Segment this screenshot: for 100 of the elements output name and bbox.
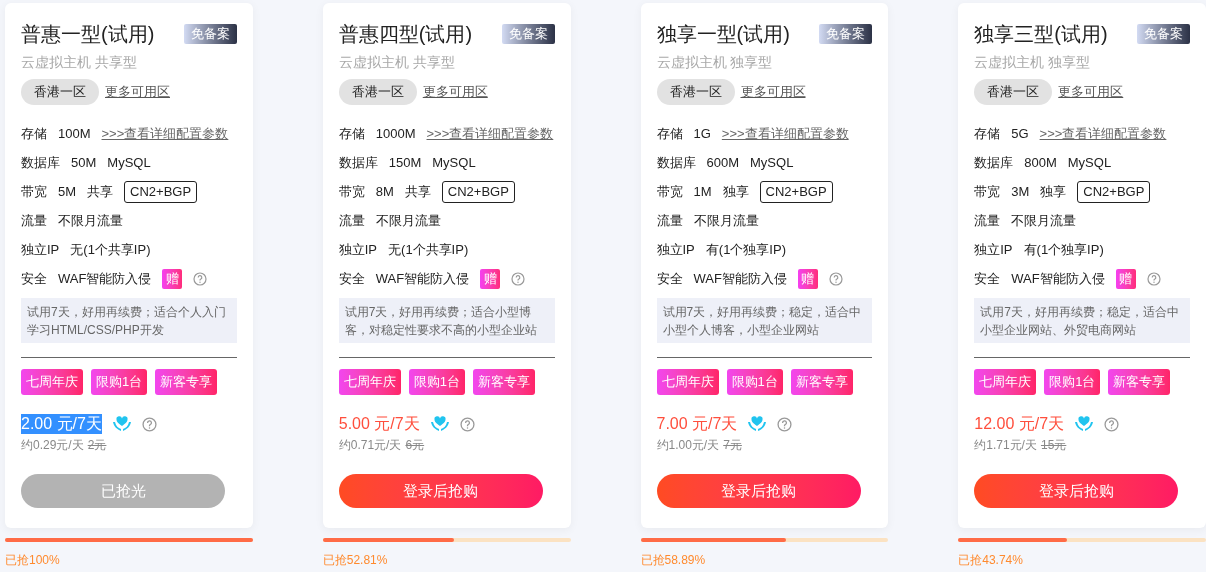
spec-label: 流量 bbox=[656, 211, 683, 230]
spec-label: 带宽 bbox=[656, 182, 683, 201]
spec-value: 有(1个独享IP) bbox=[1023, 240, 1104, 259]
network-tag: CN2+BGP bbox=[1077, 180, 1151, 203]
buy-button[interactable]: 登录后抢购 bbox=[656, 474, 861, 508]
sold-percentage: 已抢58.89% bbox=[640, 552, 706, 568]
sold-percentage: 已抢52.81% bbox=[322, 552, 388, 568]
sold-percentage: 已抢100% bbox=[5, 552, 60, 568]
detail-link[interactable]: >>>查看详细配置参数 bbox=[426, 123, 554, 144]
spec-label: 独立IP bbox=[338, 240, 378, 259]
spec-value: 不限月流量 bbox=[1011, 211, 1077, 230]
gift-tag: 赠 bbox=[797, 268, 818, 289]
spec-value: MySQL bbox=[107, 153, 151, 172]
spec-value: 不限月流量 bbox=[58, 211, 123, 230]
spec-value: 150M bbox=[388, 153, 422, 172]
buy-button[interactable]: 登录后抢购 bbox=[338, 474, 543, 508]
plan-title: 独享一型(试用) bbox=[656, 22, 790, 47]
promo-tag: 新客专享 bbox=[155, 369, 218, 395]
network-tag: CN2+BGP bbox=[124, 180, 198, 203]
spec-value: 无(1个共享IP) bbox=[388, 240, 469, 259]
spec-label: 独立IP bbox=[656, 240, 695, 259]
spec-value: 5G bbox=[1011, 124, 1029, 143]
spec-label: 安全 bbox=[656, 269, 683, 288]
more-zones-link[interactable]: 更多可用区 bbox=[105, 82, 170, 102]
original-price: 6元 bbox=[405, 437, 425, 454]
spec-value: 共享 bbox=[404, 182, 431, 201]
spec-label: 数据库 bbox=[656, 153, 696, 172]
price-per-day: 约0.29元/天 bbox=[21, 436, 84, 454]
plan-title: 普惠四型(试用) bbox=[338, 22, 473, 47]
spec-value: WAF智能防入侵 bbox=[693, 269, 787, 288]
spec-value: 50M bbox=[71, 153, 97, 172]
plan-description: 试用7天，好用再续费；适合个人入门学习HTML/CSS/PHP开发 bbox=[21, 298, 237, 343]
spec-value: MySQL bbox=[432, 153, 476, 172]
zone-button[interactable]: 香港一区 bbox=[656, 79, 735, 105]
promo-tag: 七周年庆 bbox=[21, 369, 83, 395]
heart-in-hands-icon bbox=[111, 415, 132, 433]
spec-label: 存储 bbox=[974, 124, 1001, 143]
spec-value: 不限月流量 bbox=[693, 211, 759, 230]
help-icon[interactable] bbox=[777, 416, 793, 432]
spec-label: 带宽 bbox=[974, 182, 1001, 201]
zone-button[interactable]: 香港一区 bbox=[21, 79, 99, 105]
price-per-day: 约1.00元/天 bbox=[656, 436, 720, 454]
spec-value: 600M bbox=[706, 153, 740, 172]
spec-label: 独立IP bbox=[21, 240, 60, 259]
price-per-day: 约0.71元/天 bbox=[338, 436, 402, 454]
original-price: 2元 bbox=[87, 437, 107, 454]
help-icon[interactable] bbox=[193, 271, 208, 286]
gift-tag: 赠 bbox=[1115, 268, 1136, 289]
spec-label: 带宽 bbox=[21, 182, 47, 201]
plan-description: 试用7天，好用再续费；适合小型博客，对稳定性要求不高的小型企业站 bbox=[338, 298, 555, 343]
heart-in-hands-icon bbox=[1074, 415, 1095, 433]
heart-in-hands-icon bbox=[429, 415, 450, 433]
sold-percentage: 已抢43.74% bbox=[958, 552, 1023, 568]
spec-value: WAF智能防入侵 bbox=[1011, 269, 1105, 288]
detail-link[interactable]: >>>查看详细配置参数 bbox=[721, 123, 849, 144]
spec-label: 安全 bbox=[21, 269, 47, 288]
badge: 免备案 bbox=[501, 24, 555, 44]
promo-tag: 七周年庆 bbox=[656, 369, 719, 395]
spec-label: 数据库 bbox=[974, 153, 1014, 172]
spec-label: 存储 bbox=[656, 124, 683, 143]
more-zones-link[interactable]: 更多可用区 bbox=[422, 82, 488, 102]
detail-link[interactable]: >>>查看详细配置参数 bbox=[101, 123, 229, 144]
more-zones-link[interactable]: 更多可用区 bbox=[1058, 82, 1124, 102]
spec-label: 独立IP bbox=[974, 240, 1013, 259]
help-icon[interactable] bbox=[511, 271, 526, 286]
spec-label: 流量 bbox=[974, 211, 1001, 230]
zone-button[interactable]: 香港一区 bbox=[338, 79, 417, 105]
more-zones-link[interactable]: 更多可用区 bbox=[740, 82, 806, 102]
help-icon[interactable] bbox=[828, 271, 843, 286]
spec-label: 带宽 bbox=[338, 182, 365, 201]
badge: 免备案 bbox=[183, 24, 237, 44]
price: 7.00 元/7天 bbox=[656, 414, 738, 434]
promo-tag: 七周年庆 bbox=[338, 369, 401, 395]
spec-value: 5M bbox=[58, 182, 77, 201]
spec-label: 安全 bbox=[974, 269, 1001, 288]
plan-description: 试用7天，好用再续费；稳定，适合中小型个人博客，小型企业网站 bbox=[656, 298, 873, 343]
help-icon[interactable] bbox=[459, 416, 475, 432]
help-icon[interactable] bbox=[1104, 416, 1120, 432]
detail-link[interactable]: >>>查看详细配置参数 bbox=[1039, 123, 1167, 144]
plan-subtitle: 云虚拟主机 共享型 bbox=[21, 53, 138, 71]
promo-tag: 限购1台 bbox=[408, 369, 465, 395]
help-icon[interactable] bbox=[141, 416, 157, 432]
price-per-day: 约1.71元/天 bbox=[974, 436, 1037, 454]
spec-label: 数据库 bbox=[21, 153, 60, 172]
price: 12.00 元/7天 bbox=[974, 414, 1065, 434]
spec-value: 不限月流量 bbox=[375, 211, 441, 230]
plan-subtitle: 云虚拟主机 独享型 bbox=[974, 53, 1092, 71]
spec-value: WAF智能防入侵 bbox=[58, 269, 152, 288]
spec-value: 8M bbox=[375, 182, 394, 201]
zone-button[interactable]: 香港一区 bbox=[974, 79, 1053, 105]
plan-title: 普惠一型(试用) bbox=[21, 22, 155, 47]
buy-button[interactable]: 登录后抢购 bbox=[974, 474, 1179, 508]
promo-tag: 新客专享 bbox=[1108, 369, 1171, 395]
spec-label: 存储 bbox=[21, 124, 47, 143]
promo-tag: 新客专享 bbox=[473, 369, 535, 395]
promo-tag: 新客专享 bbox=[790, 369, 853, 395]
help-icon[interactable] bbox=[1146, 271, 1161, 286]
plan-subtitle: 云虚拟主机 独享型 bbox=[656, 53, 774, 71]
spec-label: 安全 bbox=[338, 269, 365, 288]
spec-value: MySQL bbox=[1067, 153, 1112, 172]
